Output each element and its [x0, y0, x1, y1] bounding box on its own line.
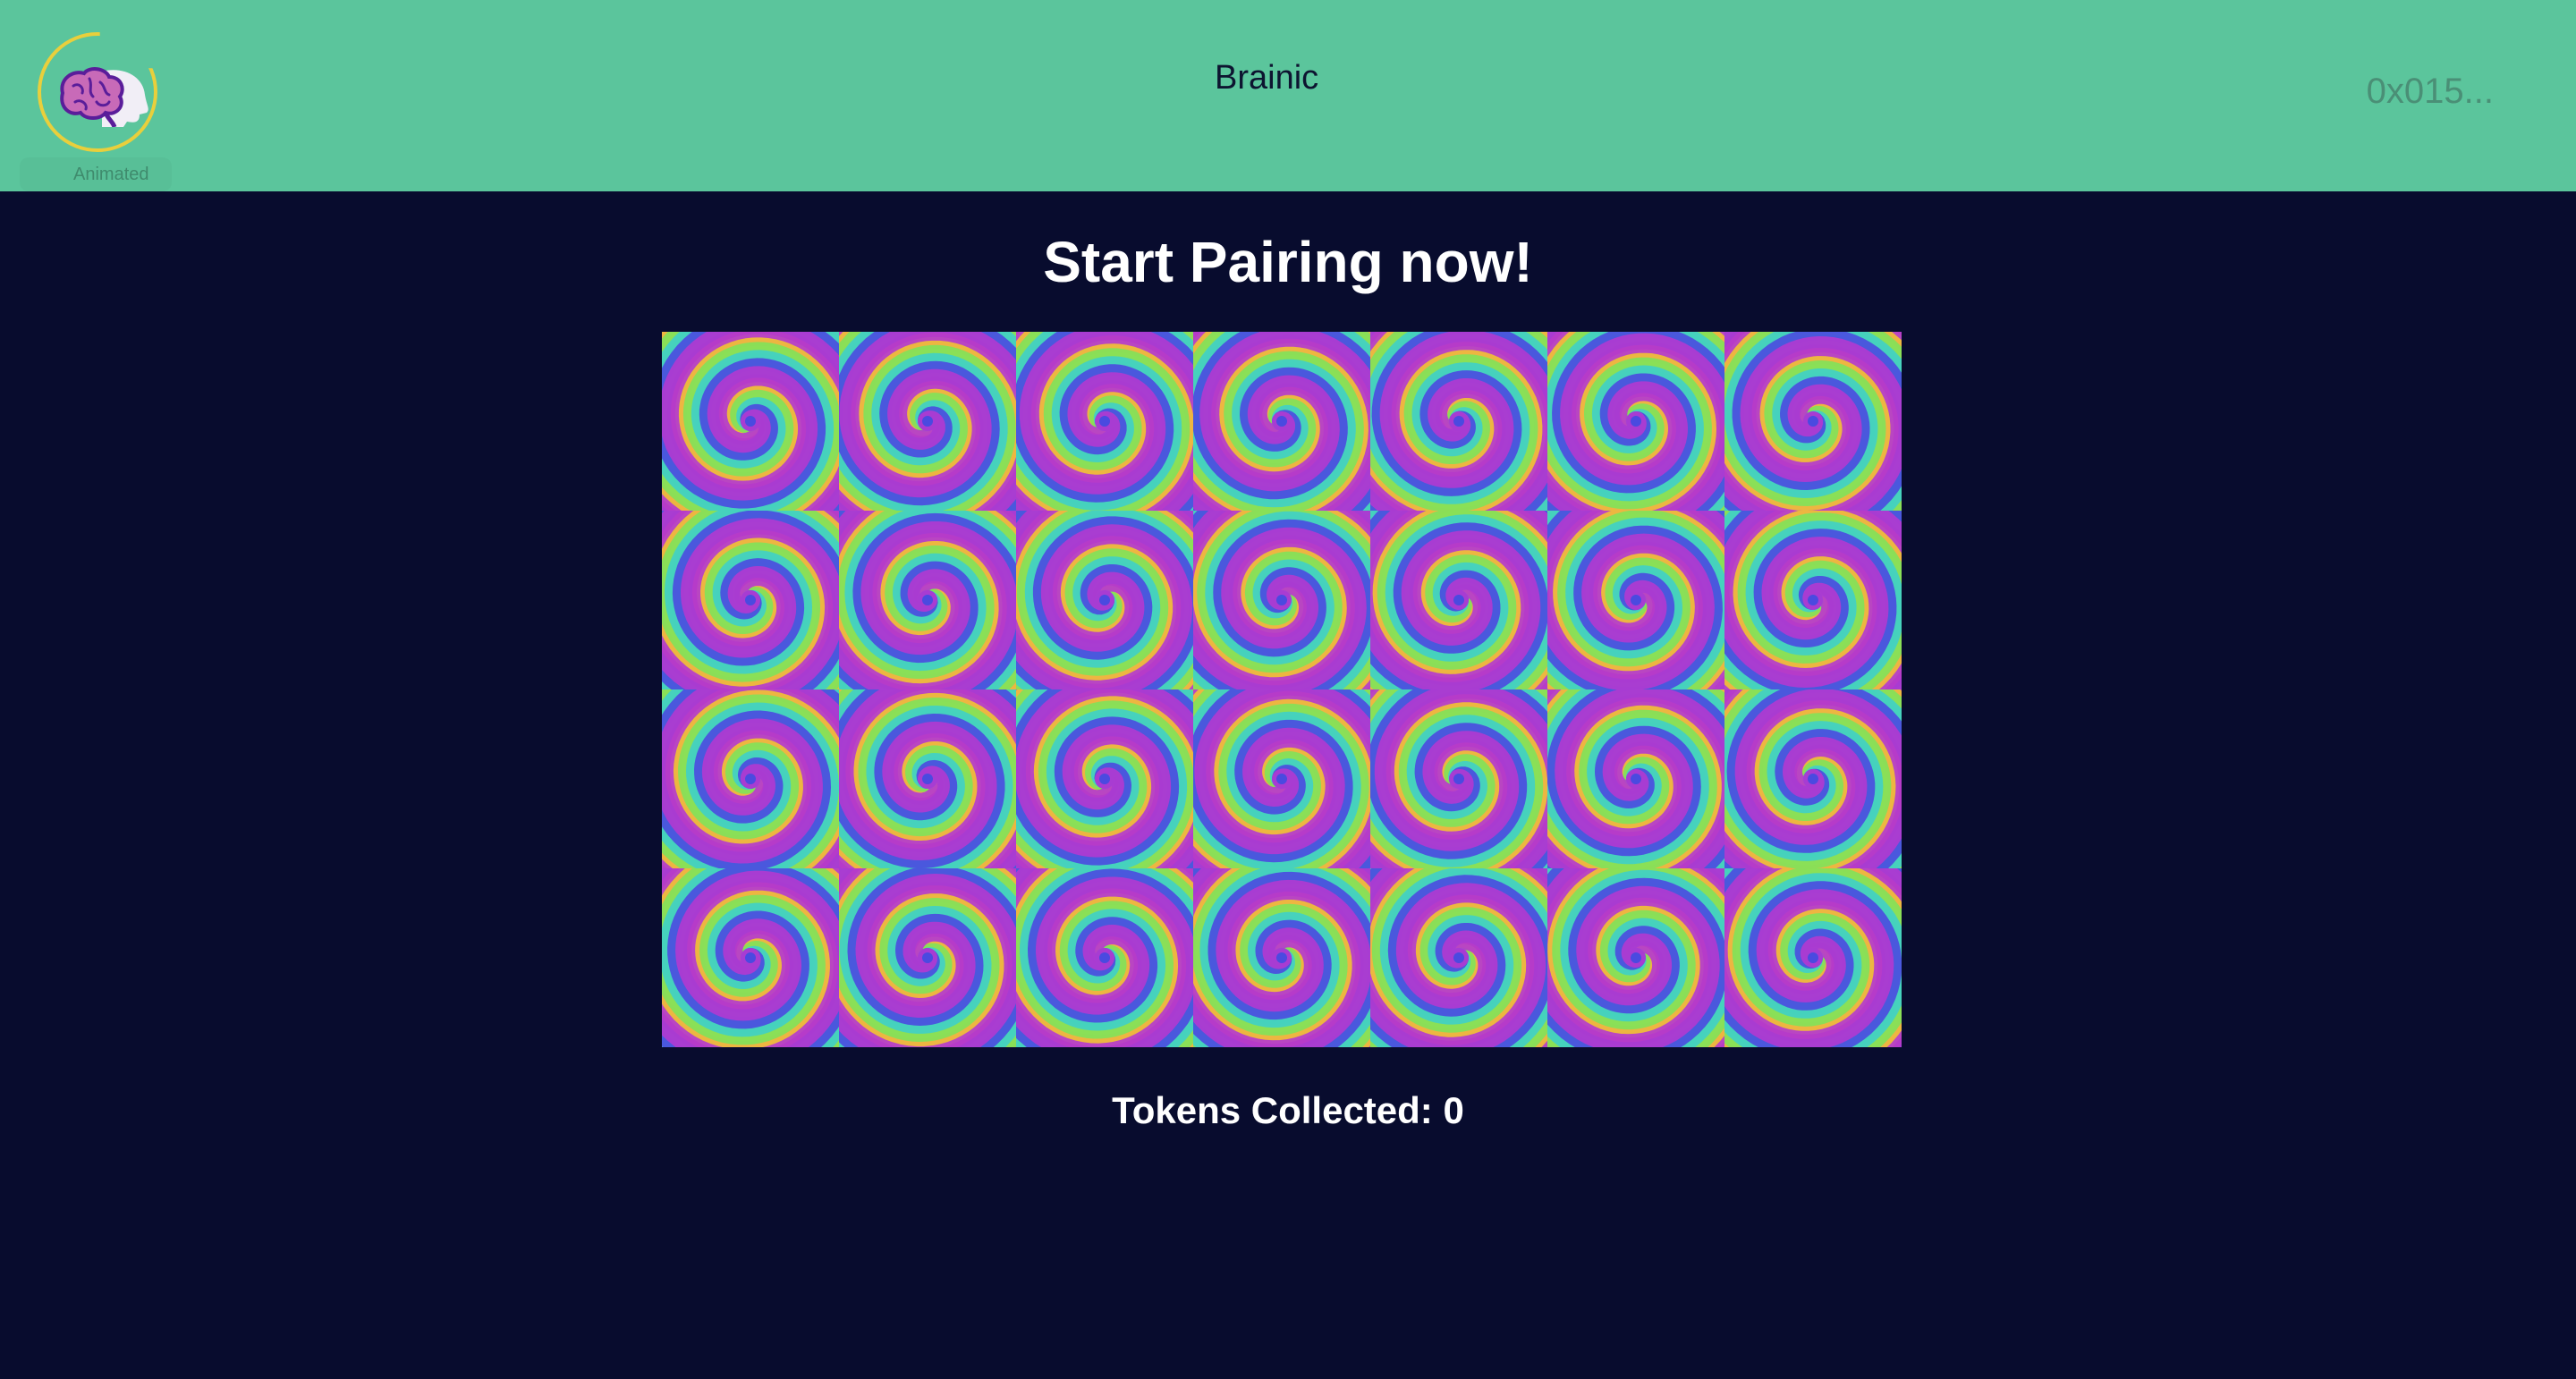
spiral-card-back-icon [662, 511, 839, 690]
memory-card[interactable] [1193, 511, 1370, 690]
spiral-card-back-icon [1193, 690, 1370, 868]
spiral-card-back-icon [1724, 690, 1902, 868]
memory-card[interactable] [1016, 690, 1193, 868]
memory-card[interactable] [1724, 868, 1902, 1047]
spiral-card-back-icon [1547, 690, 1724, 868]
logo-button[interactable] [38, 32, 159, 154]
memory-card[interactable] [1547, 511, 1724, 690]
memory-card[interactable] [1016, 511, 1193, 690]
memory-card[interactable] [1016, 332, 1193, 511]
memory-card[interactable] [1724, 332, 1902, 511]
memory-card[interactable] [839, 690, 1016, 868]
memory-card[interactable] [1724, 511, 1902, 690]
memory-card[interactable] [1193, 690, 1370, 868]
memory-card[interactable] [1547, 332, 1724, 511]
spiral-card-back-icon [1370, 690, 1547, 868]
memory-card[interactable] [1724, 690, 1902, 868]
game-heading: Start Pairing now! [1043, 230, 1533, 294]
spiral-card-back-icon [1547, 868, 1724, 1047]
spiral-card-back-icon [1193, 868, 1370, 1047]
spiral-card-back-icon [1016, 332, 1193, 511]
spiral-card-back-icon [1016, 511, 1193, 690]
spiral-card-back-icon [662, 868, 839, 1047]
memory-card[interactable] [1370, 511, 1547, 690]
memory-card[interactable] [1193, 868, 1370, 1047]
memory-card[interactable] [662, 868, 839, 1047]
wallet-address-button[interactable]: 0x015... [2367, 72, 2494, 112]
spiral-card-back-icon [1370, 511, 1547, 690]
memory-card[interactable] [662, 690, 839, 868]
brain-logo-icon [60, 67, 148, 127]
spiral-card-back-icon [839, 511, 1016, 690]
memory-card[interactable] [1547, 868, 1724, 1047]
spiral-card-back-icon [662, 690, 839, 868]
tokens-collected-counter: Tokens Collected: 0 [1112, 1089, 1464, 1131]
spiral-card-back-icon [839, 868, 1016, 1047]
spiral-card-back-icon [1016, 690, 1193, 868]
spiral-card-back-icon [1016, 868, 1193, 1047]
memory-card[interactable] [662, 332, 839, 511]
spiral-card-back-icon [1724, 332, 1902, 511]
card-grid [662, 332, 1902, 1047]
navbar: Animated Brainic 0x015... [0, 0, 2576, 191]
memory-card[interactable] [1193, 332, 1370, 511]
spiral-card-back-icon [1193, 332, 1370, 511]
memory-card[interactable] [1370, 332, 1547, 511]
spiral-card-back-icon [839, 332, 1016, 511]
spiral-card-back-icon [1724, 868, 1902, 1047]
spiral-card-back-icon [662, 332, 839, 511]
memory-card[interactable] [1370, 690, 1547, 868]
spiral-card-back-icon [1193, 511, 1370, 690]
spiral-card-back-icon [1370, 868, 1547, 1047]
memory-card[interactable] [839, 332, 1016, 511]
app-title[interactable]: Brainic [1215, 59, 1318, 97]
spiral-card-back-icon [1547, 332, 1724, 511]
spiral-card-back-icon [1547, 511, 1724, 690]
spiral-card-back-icon [1724, 511, 1902, 690]
memory-card[interactable] [662, 511, 839, 690]
memory-card[interactable] [839, 868, 1016, 1047]
memory-card[interactable] [1547, 690, 1724, 868]
memory-card[interactable] [1016, 868, 1193, 1047]
memory-card[interactable] [839, 511, 1016, 690]
spiral-card-back-icon [839, 690, 1016, 868]
spiral-card-back-icon [1370, 332, 1547, 511]
memory-card[interactable] [1370, 868, 1547, 1047]
logo-caption: Animated [73, 165, 149, 184]
